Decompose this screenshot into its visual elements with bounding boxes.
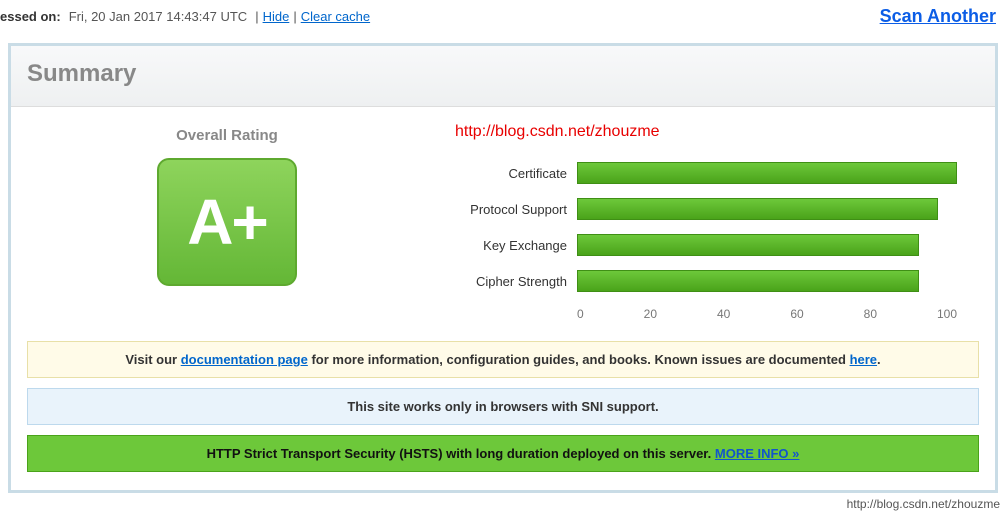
chart-column: http://blog.csdn.net/zhouzme Certificate… bbox=[427, 117, 979, 321]
chart-track bbox=[577, 234, 957, 256]
assessment-info: essed on: Fri, 20 Jan 2017 14:43:47 UTC … bbox=[0, 9, 370, 24]
top-bar: essed on: Fri, 20 Jan 2017 14:43:47 UTC … bbox=[0, 0, 1006, 35]
chart-bar-label: Protocol Support bbox=[437, 202, 577, 217]
hide-link[interactable]: Hide bbox=[263, 9, 290, 24]
axis-tick: 100 bbox=[937, 307, 957, 321]
grade-badge: A+ bbox=[157, 158, 297, 286]
assessed-on-label: essed on: bbox=[0, 9, 61, 24]
documentation-link[interactable]: documentation page bbox=[181, 352, 308, 367]
footer-watermark: http://blog.csdn.net/zhouzme bbox=[0, 493, 1006, 515]
panel-content: Overall Rating A+ http://blog.csdn.net/z… bbox=[11, 107, 995, 490]
chart-bar-label: Key Exchange bbox=[437, 238, 577, 253]
axis-tick: 0 bbox=[577, 307, 584, 321]
banner-text: This site works only in browsers with SN… bbox=[347, 399, 658, 414]
separator: | bbox=[255, 9, 258, 24]
page-title: Summary bbox=[27, 60, 979, 88]
watermark-text: http://blog.csdn.net/zhouzme bbox=[455, 123, 660, 141]
banner-text: . bbox=[877, 352, 881, 367]
docs-banner: Visit our documentation page for more in… bbox=[27, 341, 979, 378]
chart-row: Protocol Support bbox=[437, 193, 979, 225]
chart-bar-label: Cipher Strength bbox=[437, 274, 577, 289]
chart-bar-label: Certificate bbox=[437, 166, 577, 181]
overall-rating-label: Overall Rating bbox=[27, 127, 427, 144]
axis-tick: 40 bbox=[717, 307, 730, 321]
score-chart: Certificate Protocol Support Key Exchange C… bbox=[437, 157, 979, 321]
grade-text: A+ bbox=[187, 185, 267, 259]
chart-bar bbox=[577, 270, 919, 292]
banner-text: for more information, configuration guid… bbox=[308, 352, 850, 367]
hsts-banner: HTTP Strict Transport Security (HSTS) wi… bbox=[27, 435, 979, 472]
chart-bar bbox=[577, 234, 919, 256]
assessed-date: Fri, 20 Jan 2017 14:43:47 UTC bbox=[65, 9, 252, 24]
chart-bar bbox=[577, 198, 938, 220]
chart-row: Certificate bbox=[437, 157, 979, 189]
summary-panel: Summary Overall Rating A+ http://blog.cs… bbox=[8, 43, 998, 493]
rating-column: Overall Rating A+ bbox=[27, 117, 427, 321]
sni-banner: This site works only in browsers with SN… bbox=[27, 388, 979, 425]
clear-cache-link[interactable]: Clear cache bbox=[301, 9, 370, 24]
panel-header: Summary bbox=[11, 46, 995, 107]
known-issues-link[interactable]: here bbox=[850, 352, 877, 367]
banner-text: Visit our bbox=[125, 352, 180, 367]
chart-bar bbox=[577, 162, 957, 184]
axis-tick: 80 bbox=[864, 307, 877, 321]
chart-track bbox=[577, 162, 957, 184]
chart-axis: 0 20 40 60 80 100 bbox=[577, 301, 957, 321]
axis-tick: 60 bbox=[790, 307, 803, 321]
scan-another-link[interactable]: Scan Another bbox=[880, 6, 996, 27]
chart-row: Cipher Strength bbox=[437, 265, 979, 297]
chart-row: Key Exchange bbox=[437, 229, 979, 261]
chart-track bbox=[577, 270, 957, 292]
banner-text: HTTP Strict Transport Security (HSTS) wi… bbox=[207, 446, 715, 461]
chart-track bbox=[577, 198, 957, 220]
separator: | bbox=[293, 9, 296, 24]
more-info-link[interactable]: MORE INFO » bbox=[715, 446, 800, 461]
axis-tick: 20 bbox=[644, 307, 657, 321]
